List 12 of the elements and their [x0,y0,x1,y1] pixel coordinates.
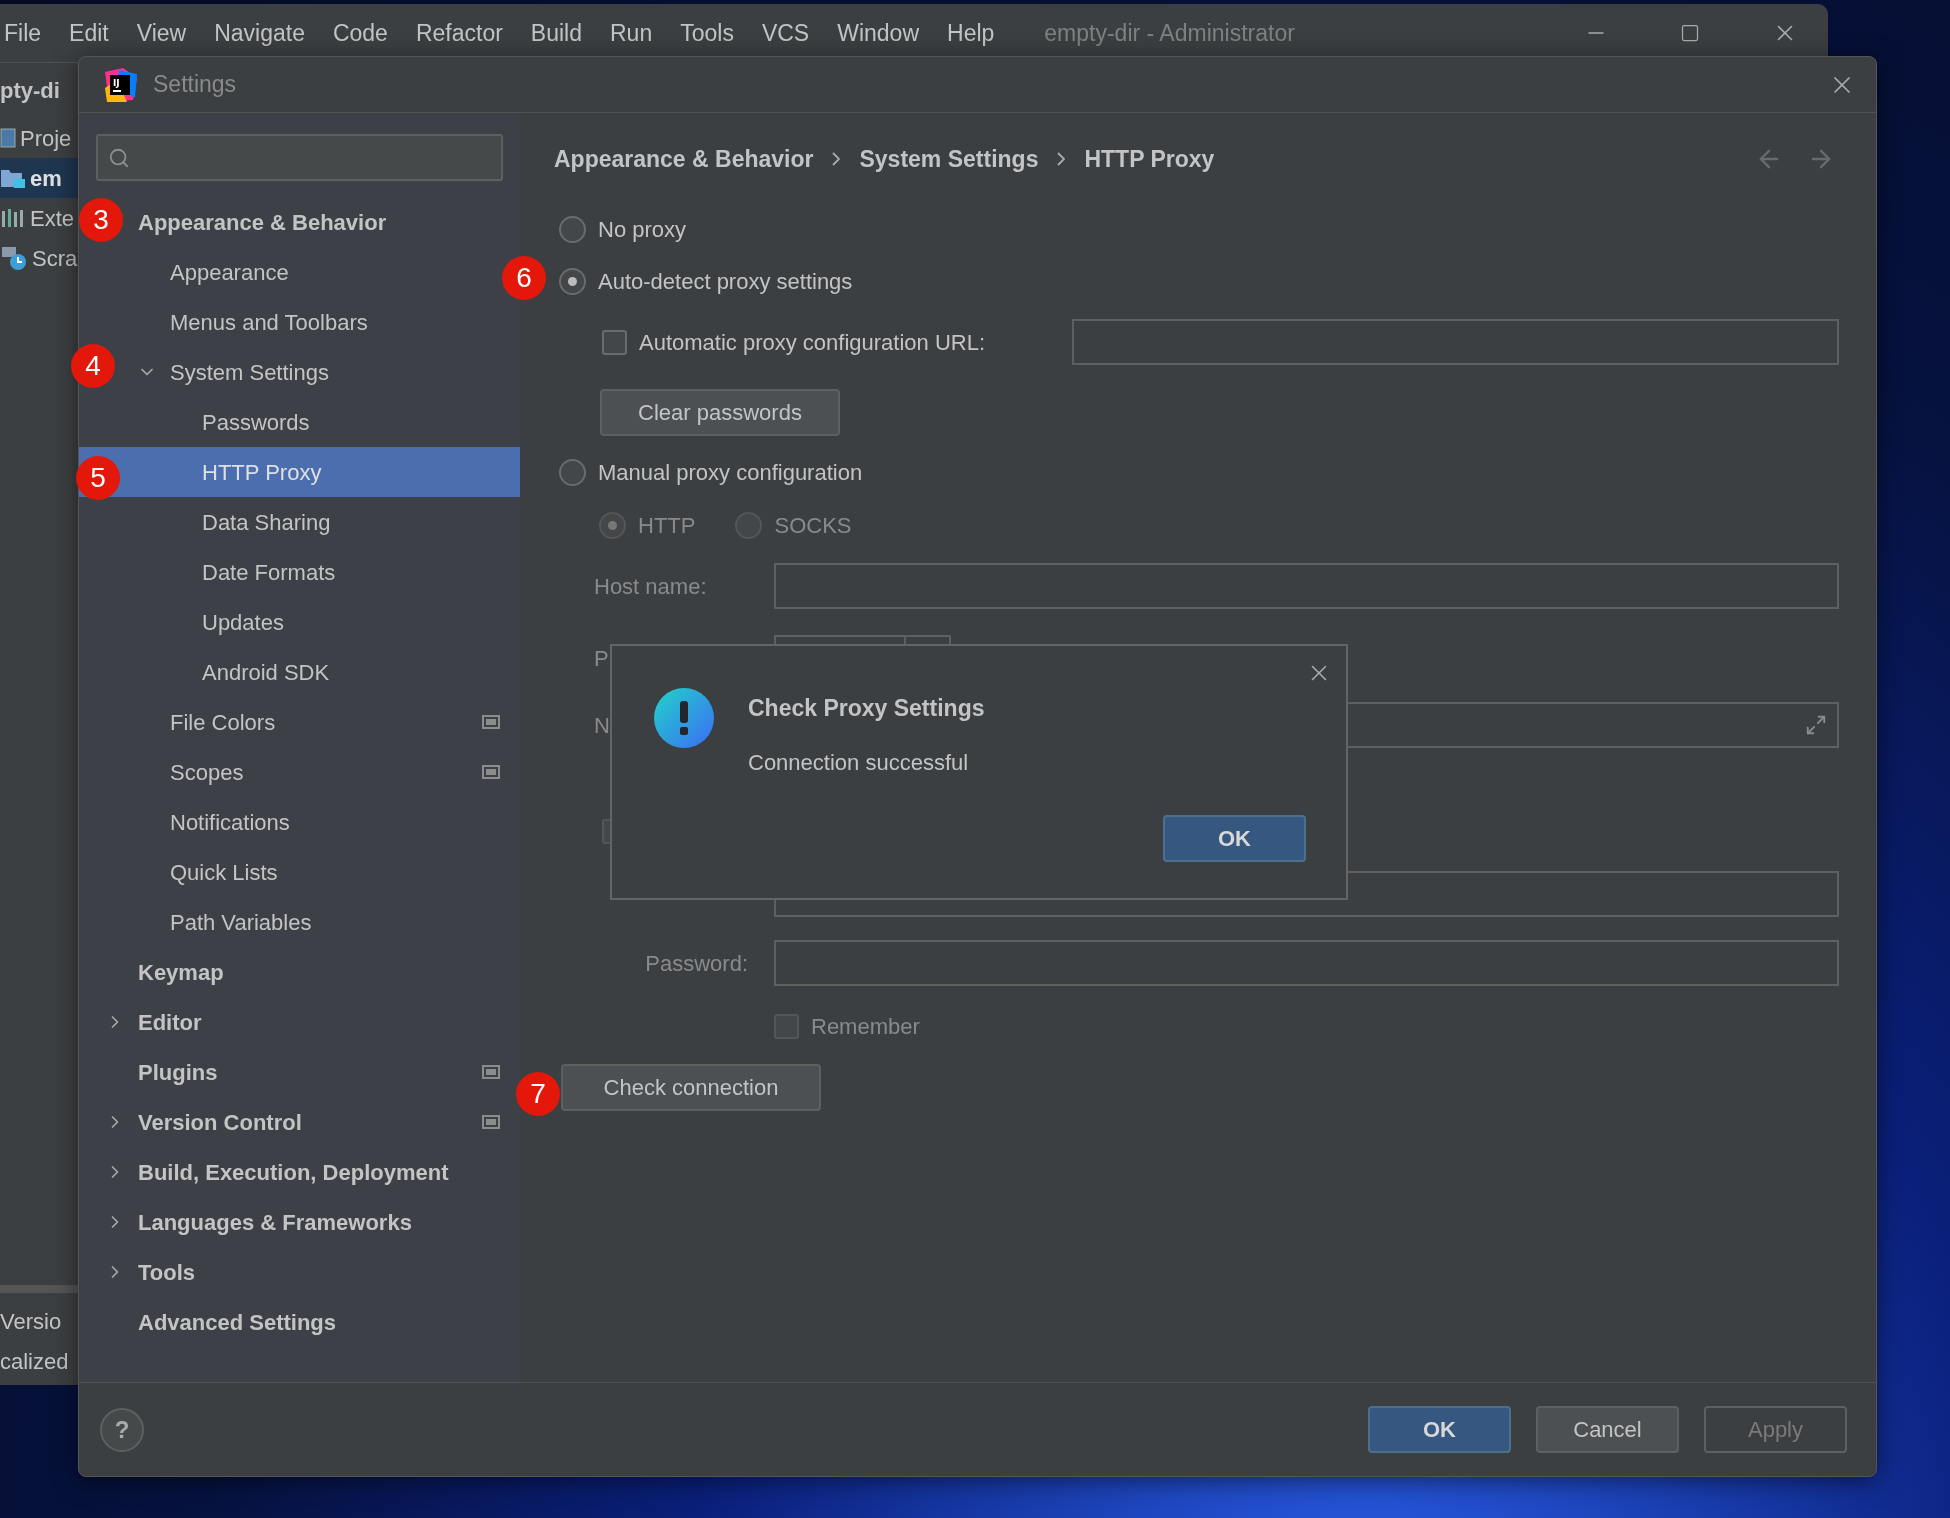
field-label: Password: [645,949,748,978]
status-text: Versio [0,1307,63,1336]
message-title: Check Proxy Settings [748,694,986,723]
window-title: empty-dir - Administrator [1044,18,1295,48]
project-title: pty-di [0,77,60,105]
field-label: Host name: [594,573,707,599]
app-logo: IJ [103,67,137,102]
message-text: Connection successful [748,748,970,777]
field-label: N [594,712,610,738]
field-label: P [594,645,609,671]
dialog-title: Settings [153,70,237,100]
status-text: calized [0,1347,70,1376]
